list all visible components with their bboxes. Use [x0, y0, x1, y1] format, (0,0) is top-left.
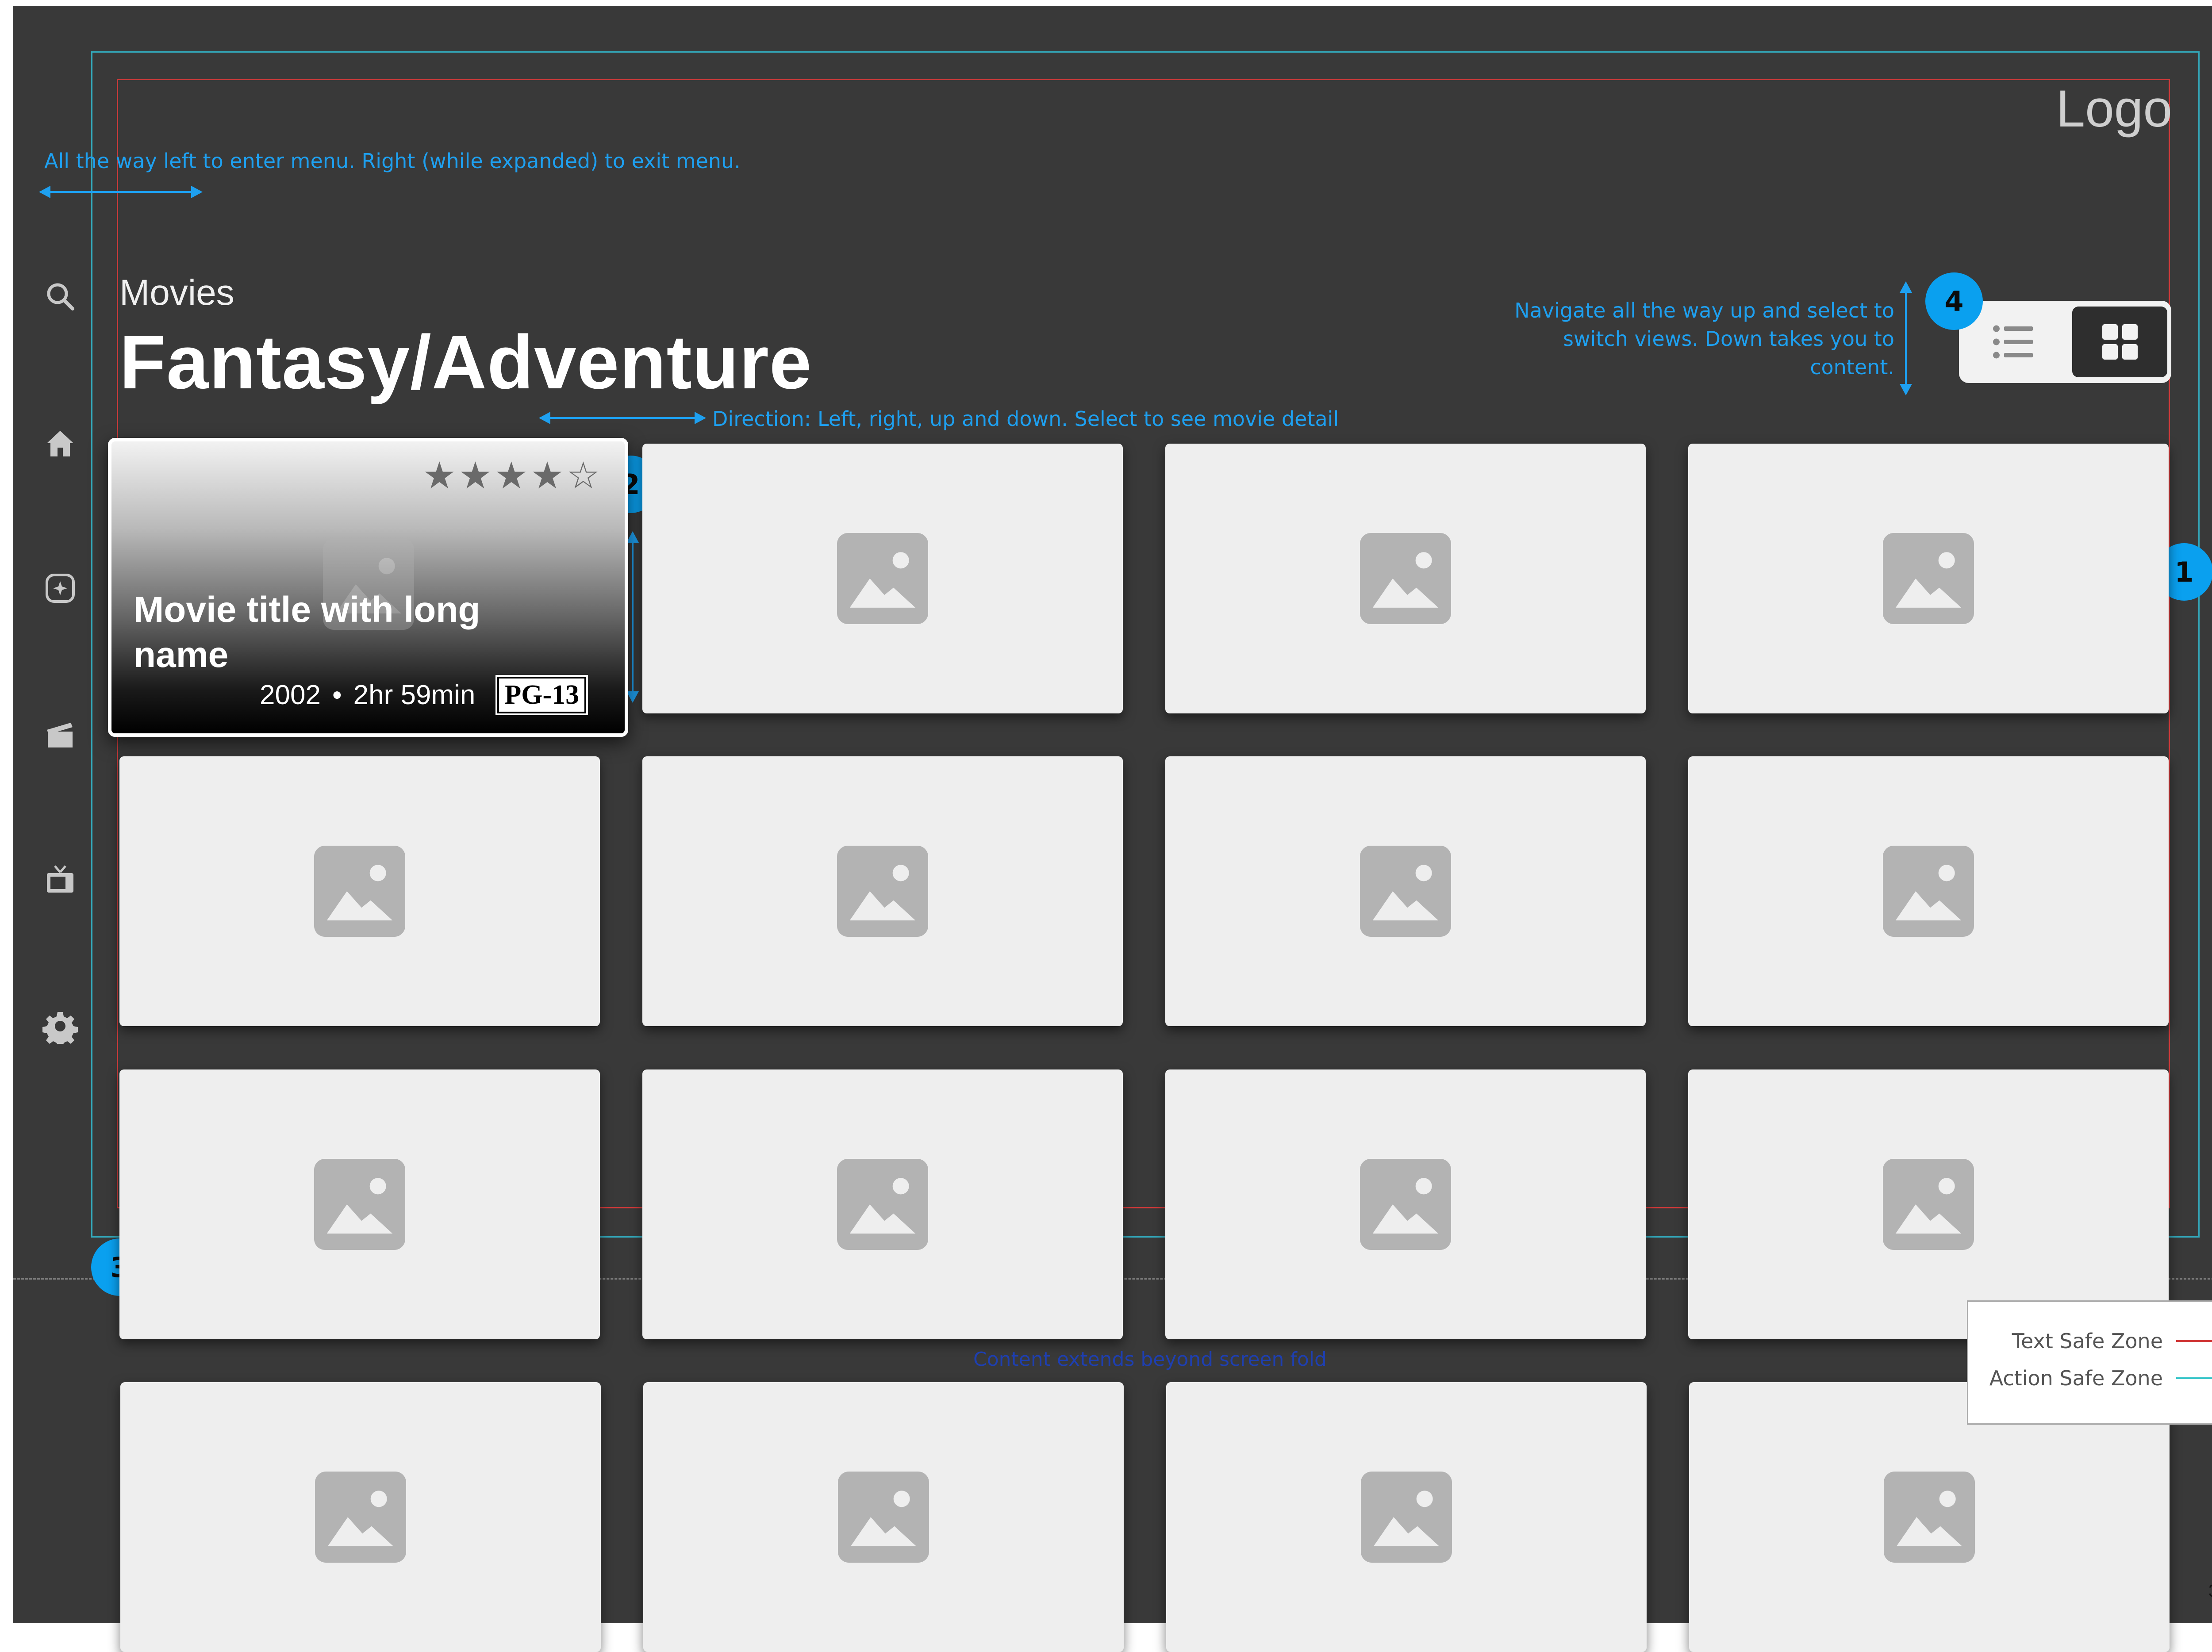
movie-tile[interactable]: [1688, 1069, 2169, 1339]
gear-icon[interactable]: [42, 1008, 78, 1044]
movie-tile[interactable]: [120, 1382, 601, 1652]
clapperboard-icon[interactable]: [42, 717, 78, 753]
grid-view-button[interactable]: [2072, 307, 2167, 377]
home-icon[interactable]: [42, 425, 78, 461]
search-icon[interactable]: [42, 279, 78, 314]
image-placeholder-icon: [837, 533, 928, 624]
view-annotation: Navigate all the way up and select to sw…: [1500, 296, 1894, 381]
image-placeholder-icon: [838, 1472, 929, 1563]
list-view-button[interactable]: [1965, 307, 2060, 377]
image-placeholder-icon: [1883, 846, 1974, 937]
movie-meta: 2002 • 2hr 59min PG-13: [260, 675, 588, 715]
image-placeholder-icon: [1360, 1159, 1451, 1250]
tv-icon[interactable]: [42, 862, 78, 898]
view-toggle: [1959, 301, 2171, 383]
image-placeholder-icon: [837, 846, 928, 937]
menu-annotation: All the way left to enter menu. Right (w…: [44, 149, 741, 173]
image-placeholder-icon: [1883, 1159, 1974, 1250]
movie-title: Movie title with long name: [134, 590, 480, 675]
list-view-icon: [1993, 325, 2033, 359]
movie-tile[interactable]: [1165, 1069, 1646, 1339]
movie-tile[interactable]: [1166, 1382, 1647, 1652]
movie-tile[interactable]: [643, 1382, 1124, 1652]
legend-label: Text Safe Zone: [2012, 1329, 2163, 1353]
page-title: Fantasy/Adventure: [119, 320, 812, 405]
legend-swatch: [2176, 1377, 2212, 1379]
movie-tile[interactable]: [1688, 756, 2169, 1026]
movie-tile[interactable]: [119, 1069, 600, 1339]
image-placeholder-icon: [1884, 1472, 1975, 1563]
view-annotation-line: content.: [1810, 355, 1894, 379]
rating-badge: PG-13: [495, 675, 588, 715]
direction-annotation: Direction: Left, right, up and down. Sel…: [712, 407, 1339, 431]
direction-arrow: [539, 412, 706, 424]
view-arrow: [1900, 281, 1912, 395]
movie-tile[interactable]: [1165, 756, 1646, 1026]
fold-annotation: Content extends beyond screen fold: [973, 1348, 1327, 1371]
view-annotation-line: switch views. Down takes you to: [1563, 327, 1894, 351]
grid-view-icon: [2102, 324, 2138, 360]
movie-duration: 2hr 59min: [353, 680, 476, 710]
image-placeholder-icon: [314, 1159, 405, 1250]
image-placeholder-icon: [837, 1159, 928, 1250]
image-placeholder-icon: [1360, 846, 1451, 937]
page-number: 3: [2208, 1581, 2212, 1601]
movie-tile[interactable]: [642, 1069, 1123, 1339]
image-placeholder-icon: [314, 846, 405, 937]
movie-tile[interactable]: [1165, 444, 1646, 713]
movie-tile[interactable]: [1688, 444, 2169, 713]
legend-label: Action Safe Zone: [1989, 1366, 2163, 1390]
movie-tile[interactable]: [119, 756, 600, 1026]
legend-row-text-safe: Text Safe Zone: [2012, 1329, 2212, 1353]
movie-tile[interactable]: [642, 756, 1123, 1026]
image-placeholder-icon: [315, 1472, 406, 1563]
image-placeholder-icon: [1360, 533, 1451, 624]
add-circle-icon[interactable]: [42, 571, 78, 606]
menu-arrow: [39, 186, 203, 198]
safe-zone-legend: Text Safe Zone Action Safe Zone: [1967, 1300, 2212, 1425]
image-placeholder-icon: [1361, 1472, 1452, 1563]
annotation-badge: 4: [1925, 272, 1983, 330]
star-rating: ★★★★☆: [422, 454, 603, 497]
section-label: Movies: [119, 272, 234, 313]
meta-separator: •: [332, 680, 342, 710]
logo: Logo: [2056, 80, 2172, 138]
legend-row-action-safe: Action Safe Zone: [1989, 1366, 2212, 1390]
movie-tile[interactable]: [642, 444, 1123, 713]
movie-year: 2002: [260, 680, 321, 710]
featured-movie-tile[interactable]: ★★★★☆ Movie title with long name 2002 • …: [108, 438, 628, 737]
legend-swatch: [2176, 1340, 2212, 1342]
tile-height-arrow: [626, 531, 639, 703]
view-annotation-line: Navigate all the way up and select to: [1514, 299, 1894, 322]
image-placeholder-icon: [1883, 533, 1974, 624]
